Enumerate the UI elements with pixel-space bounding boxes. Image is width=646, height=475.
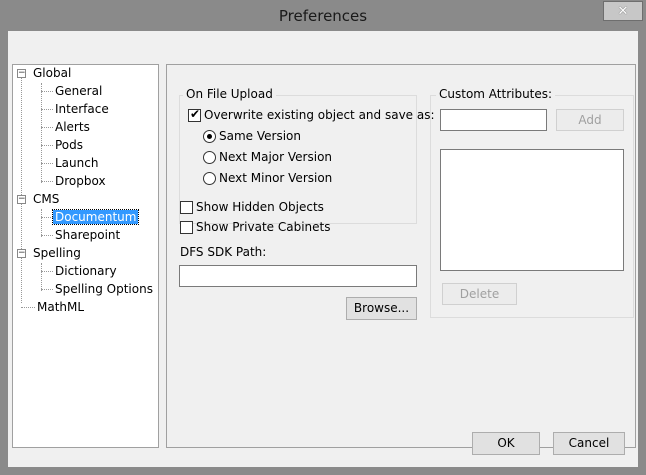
radio-next-major-version-label: Next Major Version — [219, 150, 333, 164]
dialog-client-area: − − − Global General Interface Alerts Po… — [8, 31, 638, 467]
tree-item-dictionary[interactable]: Dictionary — [55, 263, 117, 280]
tree-item-documentum[interactable]: Documentum — [51, 209, 140, 226]
browse-button[interactable]: Browse... — [346, 297, 417, 320]
overwrite-checkbox[interactable]: ✔ — [188, 107, 201, 122]
tree-item-global[interactable]: Global — [33, 65, 71, 82]
tree-connector — [41, 271, 53, 272]
delete-attribute-button[interactable]: Delete — [442, 283, 517, 305]
radio-same-version-label: Same Version — [219, 129, 301, 143]
tree-item-sharepoint[interactable]: Sharepoint — [55, 227, 120, 244]
tree-item-spelling[interactable]: Spelling — [33, 245, 81, 262]
tree-connector — [41, 127, 53, 128]
tree-item-alerts[interactable]: Alerts — [55, 119, 90, 136]
close-button[interactable]: ✕ — [603, 1, 643, 21]
tree-connector — [41, 181, 53, 182]
tree-item-pods[interactable]: Pods — [55, 137, 83, 154]
overwrite-label: Overwrite existing object and save as: — [204, 108, 435, 122]
collapse-icon[interactable]: − — [17, 69, 26, 78]
tree-item-mathml[interactable]: MathML — [37, 299, 84, 316]
show-private-cabinets-checkbox[interactable] — [180, 221, 193, 234]
tree-connector — [21, 307, 35, 308]
tree-item-launch[interactable]: Launch — [55, 155, 98, 172]
collapse-icon[interactable]: − — [17, 195, 26, 204]
ok-button[interactable]: OK — [472, 432, 540, 455]
dfs-sdk-path-input[interactable] — [179, 265, 417, 287]
tree-connector — [41, 145, 53, 146]
title-bar[interactable]: Preferences ✕ — [0, 0, 646, 31]
custom-attributes-label: Custom Attributes: — [436, 87, 556, 101]
cancel-button[interactable]: Cancel — [553, 432, 625, 455]
tree-connector — [41, 235, 53, 236]
tree-connector — [41, 91, 53, 92]
preferences-window: Preferences ✕ − − − Global General Inter… — [0, 0, 646, 475]
documentum-settings-panel: On File Upload ✔ Overwrite existing obje… — [166, 64, 636, 448]
dfs-sdk-path-label: DFS SDK Path: — [180, 245, 267, 259]
tree-connector — [41, 109, 53, 110]
tree-item-dropbox[interactable]: Dropbox — [55, 173, 106, 190]
tree-connector — [41, 209, 42, 237]
on-file-upload-label: On File Upload — [183, 87, 276, 101]
show-hidden-objects-checkbox[interactable] — [180, 201, 193, 214]
preferences-tree[interactable]: − − − Global General Interface Alerts Po… — [12, 64, 159, 448]
collapse-icon[interactable]: − — [17, 249, 26, 258]
tree-connector — [41, 289, 53, 290]
radio-next-minor-version[interactable] — [203, 172, 216, 185]
tree-item-spelling-options[interactable]: Spelling Options — [55, 281, 153, 298]
tree-item-cms[interactable]: CMS — [33, 191, 59, 208]
tree-connector — [41, 217, 53, 218]
check-icon: ✔ — [190, 107, 201, 121]
add-attribute-button[interactable]: Add — [556, 109, 624, 131]
tree-connector — [41, 163, 53, 164]
tree-item-general[interactable]: General — [55, 83, 102, 100]
radio-selected-dot — [207, 134, 212, 139]
tree-connector — [41, 83, 42, 183]
custom-attribute-input[interactable] — [440, 109, 547, 131]
tree-connector — [21, 77, 22, 303]
show-hidden-objects-label: Show Hidden Objects — [196, 200, 324, 214]
custom-attributes-list[interactable] — [440, 149, 624, 271]
tree-connector — [41, 263, 42, 291]
tree-item-interface[interactable]: Interface — [55, 101, 109, 118]
radio-next-major-version[interactable] — [203, 151, 216, 164]
radio-same-version[interactable] — [203, 130, 216, 143]
window-title: Preferences — [278, 7, 368, 25]
show-private-cabinets-label: Show Private Cabinets — [196, 220, 331, 234]
radio-next-minor-version-label: Next Minor Version — [219, 171, 333, 185]
close-icon: ✕ — [617, 3, 629, 19]
